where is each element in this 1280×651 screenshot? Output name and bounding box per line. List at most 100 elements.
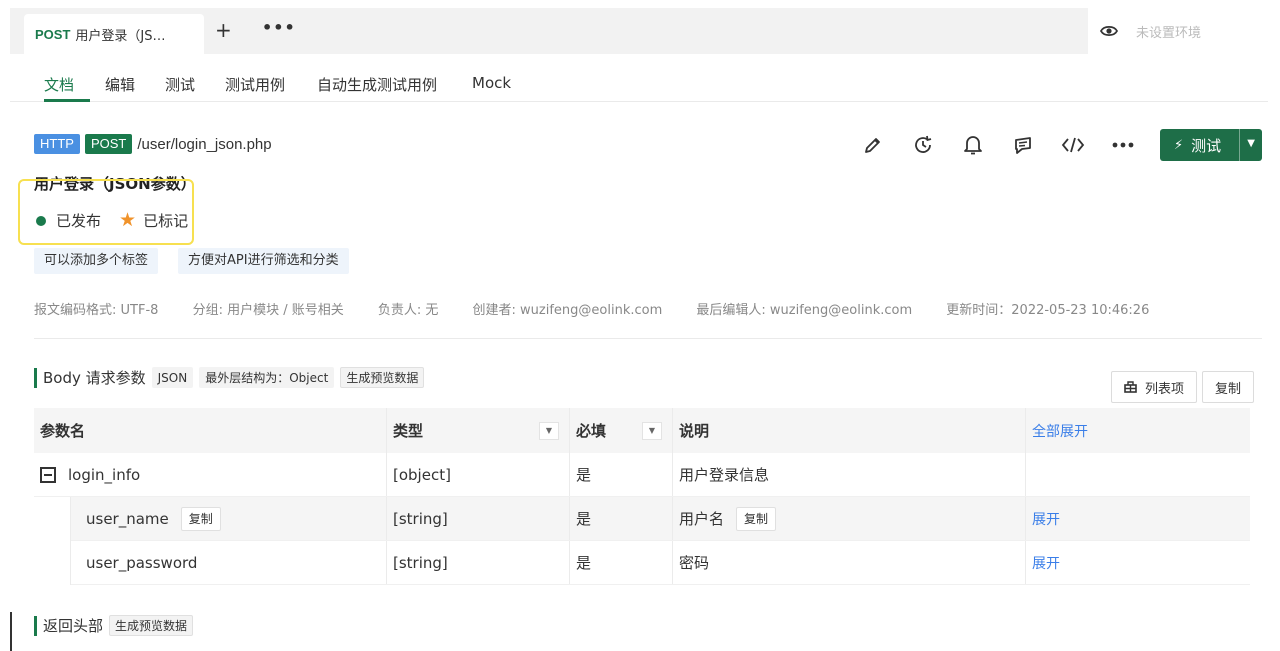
collapse-icon[interactable]	[40, 466, 56, 483]
section-accent	[34, 615, 37, 636]
param-name-cell: login_info	[34, 453, 387, 496]
subnav-test[interactable]: 测试	[165, 74, 195, 95]
indent-spacer	[34, 540, 71, 585]
history-button[interactable]	[908, 132, 938, 158]
expand-link[interactable]: 展开	[1032, 509, 1060, 529]
subnav-auto-generate[interactable]: 自动生成测试用例	[317, 74, 437, 95]
header-label: 必填	[576, 422, 607, 440]
meta-group: 分组: 用户模块 / 账号相关	[192, 303, 344, 318]
environment-label: 未设置环境	[1136, 25, 1202, 41]
copy-name-button[interactable]: 复制	[180, 506, 221, 531]
meta-updated: 更新时间：2022-05-23 10:46:26	[946, 303, 1150, 318]
new-tab-button[interactable]: +	[215, 20, 232, 40]
header-label: 参数名	[40, 422, 86, 440]
expand-all-link[interactable]: 全部展开	[1032, 421, 1088, 441]
format-chip: JSON	[151, 367, 194, 388]
param-required-text: 是	[576, 510, 592, 528]
api-meta: 报文编码格式: UTF-8 分组: 用户模块 / 账号相关 负责人: 无 创建者…	[34, 299, 1179, 318]
header-label: 类型	[393, 422, 424, 440]
notify-button[interactable]	[958, 132, 988, 158]
param-type: [string]	[387, 497, 570, 540]
table-row: user_name 复制 [string] 是 用户名 复制 展开	[34, 496, 1250, 541]
param-name: login_info	[68, 465, 141, 484]
param-action: 展开	[1026, 541, 1250, 584]
expand-link[interactable]: 展开	[1032, 553, 1060, 573]
header-required: 必填 ▼	[570, 408, 673, 453]
pencil-icon	[865, 138, 880, 153]
param-desc-text: 密码	[679, 554, 710, 572]
meta-encoding: 报文编码格式: UTF-8	[34, 303, 159, 318]
subnav-edit[interactable]: 编辑	[105, 74, 135, 95]
copy-button[interactable]: 复制	[1202, 371, 1254, 403]
meta-editor: 最后编辑人: wuzifeng@eolink.com	[696, 303, 913, 318]
copy-desc-button[interactable]: 复制	[736, 506, 777, 531]
bolt-icon: ⚡	[1174, 137, 1184, 153]
sub-navigation: 文档 编辑 测试 测试用例 自动生成测试用例 Mock	[10, 62, 1268, 102]
tag-item[interactable]: 方便对API进行筛选和分类	[178, 248, 349, 274]
api-toolbar	[858, 132, 1158, 158]
chevron-down-icon[interactable]: ▼	[539, 422, 559, 440]
chevron-down-icon[interactable]: ▼	[642, 422, 662, 440]
param-type: [object]	[387, 453, 570, 496]
meta-creator: 创建者: wuzifeng@eolink.com	[472, 303, 663, 318]
test-button[interactable]: ⚡ 测试 ▼	[1160, 129, 1262, 161]
api-url: /user/login_json.php	[137, 135, 272, 153]
test-button-label: 测试	[1191, 136, 1222, 155]
subnav-test-cases[interactable]: 测试用例	[225, 74, 285, 95]
comment-button[interactable]	[1008, 132, 1038, 158]
param-desc-text: 用户名	[679, 510, 725, 528]
body-section-header: Body 请求参数 JSON 最外层结构为：Object 生成预览数据	[34, 367, 425, 388]
header-actions: 全部展开	[1026, 408, 1250, 453]
code-button[interactable]	[1058, 132, 1088, 158]
api-endpoint: HTTP POST /user/login_json.php	[34, 134, 272, 154]
param-name-cell: user_password	[34, 540, 387, 585]
subnav-docs[interactable]: 文档	[44, 74, 74, 95]
param-required: 是	[570, 453, 673, 496]
edit-button[interactable]	[858, 132, 888, 158]
section-accent	[34, 367, 37, 388]
environment-selector[interactable]: 未设置环境	[1088, 8, 1268, 54]
return-section-header: 返回头部 生成预览数据	[34, 615, 194, 636]
chevron-down-icon[interactable]: ▼	[1247, 138, 1255, 149]
button-split	[1239, 129, 1240, 161]
columns-button[interactable]: 列表项	[1111, 371, 1197, 403]
header-name: 参数名	[34, 408, 387, 453]
method-badge: POST	[84, 134, 133, 154]
header-label: 说明	[679, 422, 710, 440]
history-icon	[915, 135, 932, 153]
meta-owner: 负责人: 无	[377, 303, 439, 318]
highlight-annotation	[18, 179, 194, 245]
param-required-text: 是	[576, 466, 592, 484]
structure-chip: 最外层结构为：Object	[199, 367, 335, 388]
param-type-text: [string]	[393, 553, 448, 572]
param-desc: 用户登录信息	[673, 453, 1026, 496]
generate-preview-button[interactable]: 生成预览数据	[340, 367, 425, 388]
tag-item[interactable]: 可以添加多个标签	[34, 248, 159, 274]
param-type-text: [string]	[393, 509, 448, 528]
protocol-badge: HTTP	[34, 134, 80, 154]
indent-spacer	[34, 496, 71, 541]
param-desc: 密码	[673, 541, 1026, 584]
header-type: 类型 ▼	[387, 408, 570, 453]
columns-icon	[1124, 381, 1137, 393]
param-name: user_name	[86, 509, 169, 528]
param-name-cell: user_name 复制	[34, 496, 387, 541]
section-title: 返回头部	[43, 617, 104, 635]
table-row: login_info [object] 是 用户登录信息	[34, 453, 1250, 497]
param-desc: 用户名 复制	[673, 497, 1026, 540]
param-name: user_password	[86, 553, 198, 572]
code-icon	[1061, 137, 1085, 153]
subnav-mock[interactable]: Mock	[472, 74, 511, 92]
more-tabs-button[interactable]: •••	[262, 18, 296, 37]
param-required-text: 是	[576, 554, 592, 572]
divider	[34, 338, 1262, 339]
tab-strip: POST 用户登录（JS… + ••• 未设置环境	[10, 8, 1268, 54]
generate-preview-button[interactable]: 生成预览数据	[109, 615, 194, 636]
more-actions-button[interactable]	[1108, 132, 1138, 158]
tab-user-login[interactable]: POST 用户登录（JS…	[24, 14, 204, 54]
param-action: 展开	[1026, 497, 1250, 540]
param-required: 是	[570, 497, 673, 540]
param-desc-text: 用户登录信息	[679, 466, 770, 484]
table-row: user_password [string] 是 密码 展开	[34, 540, 1250, 585]
header-desc: 说明	[673, 408, 1026, 453]
